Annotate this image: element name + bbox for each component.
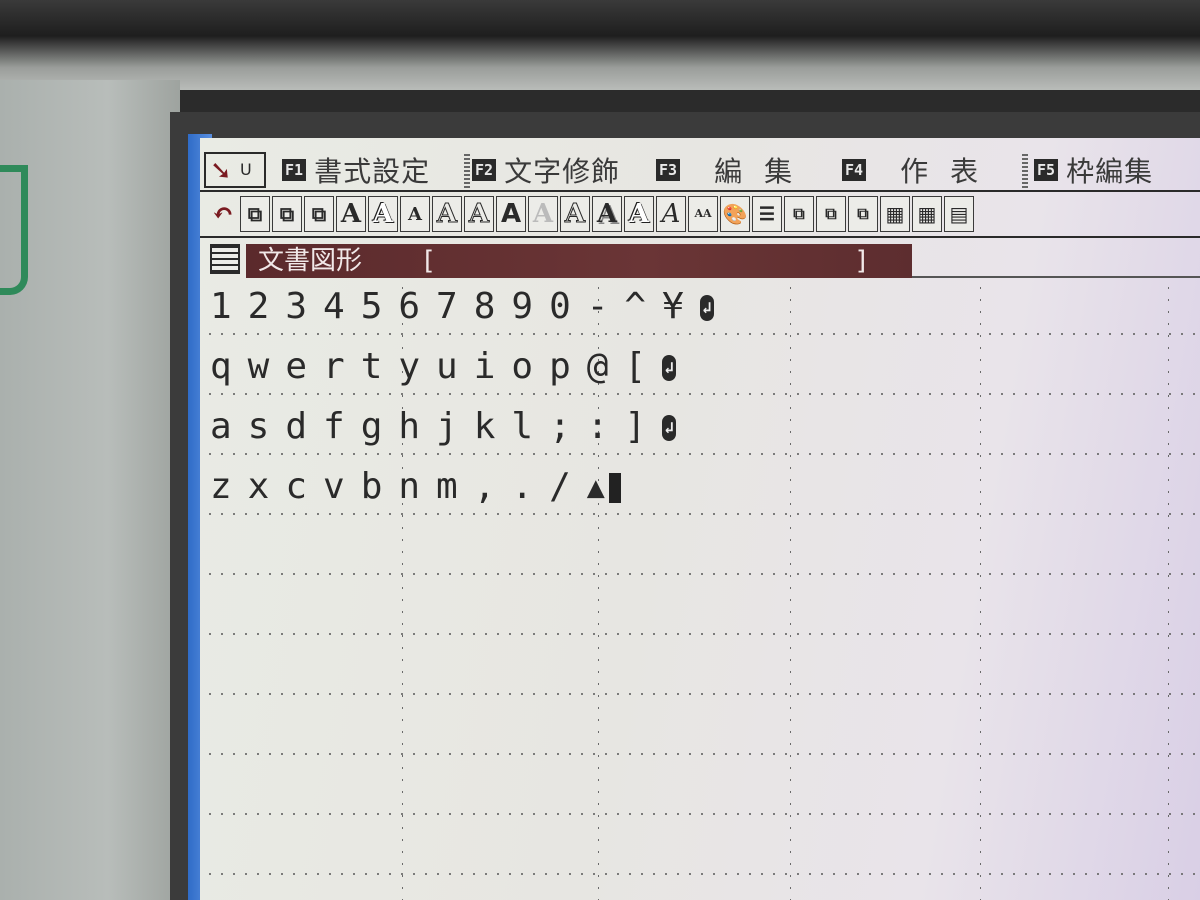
font-style-shadow-icon[interactable]: A <box>592 196 622 232</box>
font-style-hatched-icon[interactable]: A <box>368 196 398 232</box>
pointer-mode-button[interactable]: ➘ U <box>204 152 266 188</box>
font-style-light-icon[interactable]: A <box>528 196 558 232</box>
menu-divider <box>464 154 470 188</box>
font-style-box-icon[interactable]: A <box>432 196 462 232</box>
ruled-lines-icon[interactable]: ☰ <box>752 196 782 232</box>
duplicate-doc-icon[interactable]: ⧉ <box>272 196 302 232</box>
menu-item-format[interactable]: F1 書式設定 <box>282 152 430 188</box>
device-bezel-top <box>0 0 1200 90</box>
frame-overlap-icon[interactable]: ⧉ <box>816 196 846 232</box>
column-guide <box>980 282 981 900</box>
f4-key-badge: F4 <box>842 159 867 181</box>
menu-item-format-label: 書式設定 <box>314 155 431 188</box>
move-doc-icon[interactable]: ⧉ <box>304 196 334 232</box>
line-text: qwertyuiop@[ <box>210 346 663 387</box>
pointer-mode-label: U <box>240 160 252 179</box>
return-mark-icon: ↲ <box>662 355 677 381</box>
font-size-icon[interactable]: AA <box>688 196 718 232</box>
menu-item-edit-label: 編集 <box>714 155 815 188</box>
font-style-small-icon[interactable]: A <box>400 196 430 232</box>
menu-item-table-label: 作表 <box>900 155 1001 188</box>
document-line: zxcvbnm,./▲ <box>210 462 621 512</box>
menu-bar: ➘ U F1 書式設定 F2 文字修飾 F3 編集 F4 作表 F5 枠編集 <box>200 146 1200 192</box>
menu-item-frame-edit-label: 枠編集 <box>1066 155 1154 188</box>
undo-icon[interactable]: ↶ <box>208 196 238 232</box>
mode-bracket-open: [ <box>424 246 435 276</box>
font-style-hatched-shadow-icon[interactable]: A <box>624 196 654 232</box>
frame-shade-icon[interactable]: ⧉ <box>848 196 878 232</box>
mode-bracket-close: ] <box>856 246 867 276</box>
brand-logo-icon <box>0 165 28 295</box>
f1-key-badge: F1 <box>282 159 307 181</box>
f5-key-badge: F5 <box>1034 159 1059 181</box>
font-style-italic-icon[interactable]: A <box>656 196 686 232</box>
menu-item-frame-edit[interactable]: F5 枠編集 <box>1034 152 1153 188</box>
end-of-document-icon: ▲ <box>586 470 605 505</box>
return-mark-icon: ↲ <box>699 295 714 321</box>
menu-item-edit[interactable]: F3 編集 <box>656 152 814 188</box>
document-line: 1234567890-^¥ ↲ <box>210 282 714 332</box>
font-style-hollow-icon[interactable]: A <box>560 196 590 232</box>
mode-field: 文書図形 [ ] <box>246 244 912 278</box>
frame-insert-icon[interactable]: ⧉ <box>784 196 814 232</box>
font-style-outline-icon[interactable]: A <box>464 196 494 232</box>
f3-key-badge: F3 <box>656 159 681 181</box>
table-icon[interactable]: ▦ <box>880 196 910 232</box>
table-grid-icon[interactable]: ▦ <box>912 196 942 232</box>
table-more-icon[interactable]: ▤ <box>944 196 974 232</box>
column-guide <box>790 282 791 900</box>
arrow-cursor-icon: ➘ <box>210 156 232 186</box>
line-text: 1234567890-^¥ <box>210 286 700 327</box>
mode-line: 文書図形 [ ] <box>200 240 1200 280</box>
lcd-screen: ➘ U F1 書式設定 F2 文字修飾 F3 編集 F4 作表 F5 枠編集 ↶… <box>200 138 1200 900</box>
font-style-plain-icon[interactable]: A <box>336 196 366 232</box>
document-area[interactable]: 1234567890-^¥ ↲ qwertyuiop@[↲ asdfghjkl;:… <box>200 282 1200 900</box>
mode-line-rule <box>912 276 1200 278</box>
copy-doc-icon[interactable]: ⧉ <box>240 196 270 232</box>
document-line: qwertyuiop@[↲ <box>210 342 677 392</box>
font-style-bold-icon[interactable]: A <box>496 196 526 232</box>
icon-toolbar: ↶ ⧉ ⧉ ⧉ A A A A A A A A A A A AA 🎨 ☰ ⧉ ⧉… <box>200 192 1200 238</box>
line-text: asdfghjkl;:] <box>210 406 663 447</box>
mode-label: 文書図形 <box>258 246 363 276</box>
menu-item-char-decoration-label: 文字修飾 <box>504 155 621 188</box>
menu-item-char-decoration[interactable]: F2 文字修飾 <box>472 152 620 188</box>
column-guide <box>1168 282 1169 900</box>
document-line: asdfghjkl;:] ↲ <box>210 402 677 452</box>
menu-item-table[interactable]: F4 作表 <box>842 152 1000 188</box>
f2-key-badge: F2 <box>472 159 497 181</box>
line-text: zxcvbnm,./ <box>210 466 587 507</box>
return-mark-icon: ↲ <box>662 415 677 441</box>
menu-divider <box>1022 154 1028 188</box>
palette-icon[interactable]: 🎨 <box>720 196 750 232</box>
text-cursor <box>608 473 621 503</box>
document-mode-icon <box>210 244 240 274</box>
